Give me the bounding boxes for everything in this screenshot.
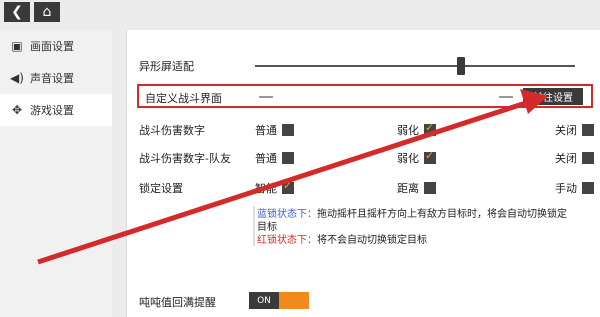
option-off[interactable]: 关闭	[555, 122, 594, 138]
sidebar-item-display[interactable]: ▣ 画面设置	[0, 30, 112, 62]
sidebar-item-label: 画面设置	[30, 40, 74, 53]
speaker-icon: ◀)	[10, 71, 24, 85]
tip-divider	[253, 206, 255, 246]
sidebar-item-label: 游戏设置	[30, 104, 74, 117]
adaptive-screen-label: 异形屏适配	[139, 60, 194, 73]
divider	[259, 96, 273, 98]
toggle-on-label: ON	[249, 292, 279, 309]
custom-battle-label: 自定义战斗界面	[145, 92, 222, 105]
settings-panel: 异形屏适配 自定义战斗界面 前往设置 战斗伤害数字 普通 弱化 关闭 战斗伤害数…	[126, 30, 600, 317]
option-manual[interactable]: 手动	[555, 180, 594, 196]
checkbox[interactable]	[582, 124, 594, 136]
lock-label: 锁定设置	[139, 182, 183, 195]
option-normal[interactable]: 普通	[255, 122, 294, 138]
sidebar-item-sound[interactable]: ◀) 声音设置	[0, 62, 112, 94]
checkbox[interactable]	[582, 182, 594, 194]
reminder-toggle[interactable]: ON	[249, 292, 309, 309]
checkbox[interactable]	[282, 124, 294, 136]
checkbox[interactable]	[582, 152, 594, 164]
home-icon[interactable]: ⌂	[34, 2, 60, 22]
custom-battle-row: 自定义战斗界面 前往设置	[137, 84, 593, 108]
option-normal[interactable]: 普通	[255, 150, 294, 166]
red-lock-label: 红锁状态下：	[257, 235, 317, 246]
checkbox-checked[interactable]	[282, 179, 294, 194]
slider-knob[interactable]	[457, 57, 465, 75]
damage-numbers-label: 战斗伤害数字	[139, 124, 205, 137]
option-weak[interactable]: 弱化	[397, 121, 436, 138]
team-damage-label: 战斗伤害数字-队友	[139, 152, 231, 165]
adaptive-screen-slider[interactable]	[255, 65, 575, 67]
sidebar-item-label: 声音设置	[30, 72, 74, 85]
option-weak[interactable]: 弱化	[397, 149, 436, 166]
goto-settings-button[interactable]: 前往设置	[523, 88, 583, 105]
blue-lock-label: 蓝锁状态下：	[257, 209, 317, 220]
sidebar-item-game[interactable]: ✥ 游戏设置	[0, 94, 112, 126]
red-lock-text: 将不会自动切换锁定目标	[317, 235, 427, 246]
display-icon: ▣	[11, 39, 23, 53]
checkbox-checked[interactable]	[424, 121, 436, 136]
checkbox-checked[interactable]	[424, 149, 436, 164]
sidebar: ▣ 画面设置 ◀) 声音设置 ✥ 游戏设置	[0, 30, 112, 317]
back-arrow-icon[interactable]: ❮	[4, 2, 30, 22]
reminder-label: 吨吨值回满提醒	[139, 296, 216, 309]
top-bar: ❮ ⌂	[0, 0, 116, 24]
option-smart[interactable]: 智能	[255, 179, 294, 196]
checkbox[interactable]	[282, 152, 294, 164]
toggle-knob	[279, 292, 309, 309]
lock-tip: 蓝锁状态下：拖动摇杆且摇杆方向上有敌方目标时，将会自动切换锁定目标 红锁状态下：…	[257, 208, 567, 247]
option-off[interactable]: 关闭	[555, 150, 594, 166]
checkbox[interactable]	[424, 182, 436, 194]
divider	[499, 96, 513, 98]
gamepad-icon: ✥	[11, 103, 23, 117]
option-distance[interactable]: 距离	[397, 180, 436, 196]
